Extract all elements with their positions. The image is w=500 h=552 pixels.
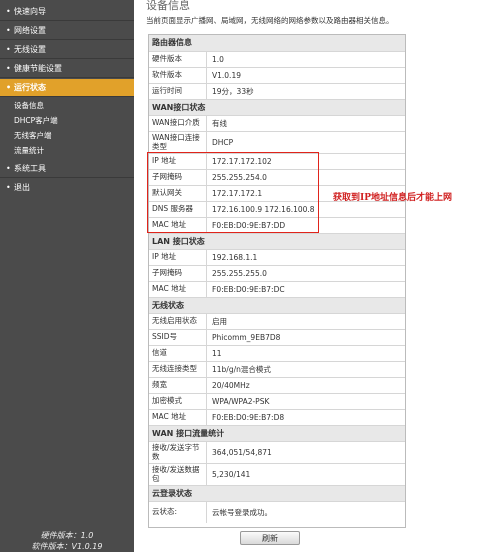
- info-value: 5,230/141: [212, 470, 251, 479]
- info-label: 硬件版本: [149, 52, 207, 67]
- info-row-router: 硬件版本 1.0: [149, 51, 405, 67]
- section-title-wireless: 无线状态: [149, 297, 405, 313]
- info-label: SSID号: [149, 330, 207, 345]
- sidebar-item-label: 快速向导: [14, 7, 46, 16]
- sidebar-subitem-traffic-stats[interactable]: 流量统计: [0, 144, 134, 158]
- info-value: 1.0: [212, 55, 224, 64]
- page-description: 当前页面显示广播网、局域网，无线网络的网络参数以及路由器相关信息。: [146, 16, 394, 25]
- section-title-wan: WAN接口状态: [149, 99, 405, 115]
- hardware-version-footer: 硬件版本：1.0: [40, 531, 94, 540]
- info-label: 云状态:: [149, 502, 207, 523]
- info-value: 启用: [212, 317, 227, 326]
- info-row-wireless: 加密模式 WPA/WPA2-PSK: [149, 393, 405, 409]
- info-value: WPA/WPA2-PSK: [212, 397, 270, 406]
- arrow-icon: •: [6, 164, 11, 173]
- info-row-lan: MAC 地址 F0:EB:D0:9E:B7:DC: [149, 281, 405, 297]
- info-row-wireless: 无线启用状态 启用: [149, 313, 405, 329]
- info-value: Phicomm_9EB7D8: [212, 333, 281, 342]
- info-value: 11b/g/n混合模式: [212, 365, 271, 374]
- info-row-lan: 子网掩码 255.255.255.0: [149, 265, 405, 281]
- info-row-router: 软件版本 V1.0.19: [149, 67, 405, 83]
- sidebar-item-network[interactable]: • 网络设置: [0, 22, 134, 40]
- info-row-wan: WAN接口介质 有线: [149, 115, 405, 131]
- info-row-wireless: 信道 11: [149, 345, 405, 361]
- info-label: 接收/发送字节数: [149, 442, 207, 463]
- info-row-wan: WAN接口连接类型 DHCP: [149, 131, 405, 153]
- info-value: 有线: [212, 119, 227, 128]
- arrow-icon: •: [6, 26, 11, 35]
- sidebar-item-system-tools[interactable]: • 系统工具: [0, 160, 134, 178]
- info-label: WAN接口介质: [149, 116, 207, 131]
- main-content: 设备信息 当前页面显示广播网、局域网，无线网络的网络参数以及路由器相关信息。 路…: [134, 0, 500, 552]
- annotation-note: 获取到IP地址信息后才能上网: [333, 193, 452, 203]
- sidebar-item-status[interactable]: • 运行状态: [0, 79, 134, 97]
- info-row-cloud: 云状态: 云帐号登录成功。: [149, 501, 405, 523]
- section-title-lan: LAN 接口状态: [149, 233, 405, 249]
- section-title-router: 路由器信息: [149, 35, 405, 51]
- info-label: 无线启用状态: [149, 314, 207, 329]
- page-title: 设备信息: [146, 0, 190, 12]
- info-value: 19分，33秒: [212, 87, 254, 96]
- sidebar-item-label: 系统工具: [14, 164, 46, 173]
- info-value: V1.0.19: [212, 71, 241, 80]
- info-row-wireless: MAC 地址 F0:EB:D0:9E:B7:D8: [149, 409, 405, 425]
- sidebar-item-label: 退出: [14, 183, 30, 192]
- info-row-lan: IP 地址 192.168.1.1: [149, 249, 405, 265]
- section-title-cloud: 云登录状态: [149, 485, 405, 501]
- info-value: F0:EB:D0:9E:B7:D8: [212, 413, 285, 422]
- info-row-wireless: SSID号 Phicomm_9EB7D8: [149, 329, 405, 345]
- arrow-icon: •: [6, 83, 12, 92]
- info-label: 接收/发送数据包: [149, 464, 207, 485]
- sidebar-subitem-wireless-clients[interactable]: 无线客户端: [0, 129, 134, 143]
- sidebar-subitem-device-info[interactable]: 设备信息: [0, 99, 134, 113]
- info-row-wireless: 无线连接类型 11b/g/n混合模式: [149, 361, 405, 377]
- info-value: 云帐号登录成功。: [212, 508, 272, 517]
- info-label: MAC 地址: [149, 282, 207, 297]
- info-row-wireless: 频宽 20/40MHz: [149, 377, 405, 393]
- info-label: 软件版本: [149, 68, 207, 83]
- sidebar-item-label: 网络设置: [14, 26, 46, 35]
- arrow-icon: •: [6, 183, 11, 192]
- arrow-icon: •: [6, 7, 11, 16]
- info-value: 192.168.1.1: [212, 253, 258, 262]
- sidebar-item-logout[interactable]: • 退出: [0, 179, 134, 197]
- info-value: F0:EB:D0:9E:B7:DC: [212, 285, 285, 294]
- arrow-icon: •: [6, 64, 11, 73]
- info-value: 364,051/54,871: [212, 448, 272, 457]
- info-label: 频宽: [149, 378, 207, 393]
- sidebar-item-label: 无线设置: [14, 45, 46, 54]
- info-value: 20/40MHz: [212, 381, 250, 390]
- info-value: 255.255.255.0: [212, 269, 267, 278]
- info-label: WAN接口连接类型: [149, 132, 207, 153]
- software-version-footer: 软件版本：V1.0.19: [31, 542, 103, 551]
- refresh-button[interactable]: 刷新: [240, 531, 300, 545]
- info-value: 11: [212, 349, 222, 358]
- info-label: 加密模式: [149, 394, 207, 409]
- info-row-traffic: 接收/发送数据包 5,230/141: [149, 463, 405, 485]
- arrow-icon: •: [6, 45, 11, 54]
- info-label: 运行时间: [149, 84, 207, 99]
- sidebar-item-power-saving[interactable]: • 健康节能设置: [0, 60, 134, 78]
- sidebar-item-label: 运行状态: [14, 83, 46, 92]
- section-title-traffic: WAN 接口流量统计: [149, 425, 405, 441]
- sidebar-item-wireless[interactable]: • 无线设置: [0, 41, 134, 59]
- info-label: MAC 地址: [149, 410, 207, 425]
- info-label: 信道: [149, 346, 207, 361]
- sidebar-item-label: 健康节能设置: [14, 64, 62, 73]
- wan-ip-highlight-box: [147, 152, 319, 233]
- sidebar: • 快速向导 • 网络设置 • 无线设置 • 健康节能设置 • 运行状态 设备信息 DHC…: [0, 0, 134, 552]
- info-value: DHCP: [212, 138, 234, 147]
- info-label: 子网掩码: [149, 266, 207, 281]
- info-label: 无线连接类型: [149, 362, 207, 377]
- info-label: IP 地址: [149, 250, 207, 265]
- device-info-panel: 路由器信息 硬件版本 1.0 软件版本 V1.0.19 运行时间 19分，33秒 WAN接口状…: [148, 34, 406, 528]
- sidebar-item-quick-setup[interactable]: • 快速向导: [0, 3, 134, 21]
- sidebar-subitem-dhcp-clients[interactable]: DHCP客户端: [0, 114, 134, 128]
- info-row-router: 运行时间 19分，33秒: [149, 83, 405, 99]
- info-row-traffic: 接收/发送字节数 364,051/54,871: [149, 441, 405, 463]
